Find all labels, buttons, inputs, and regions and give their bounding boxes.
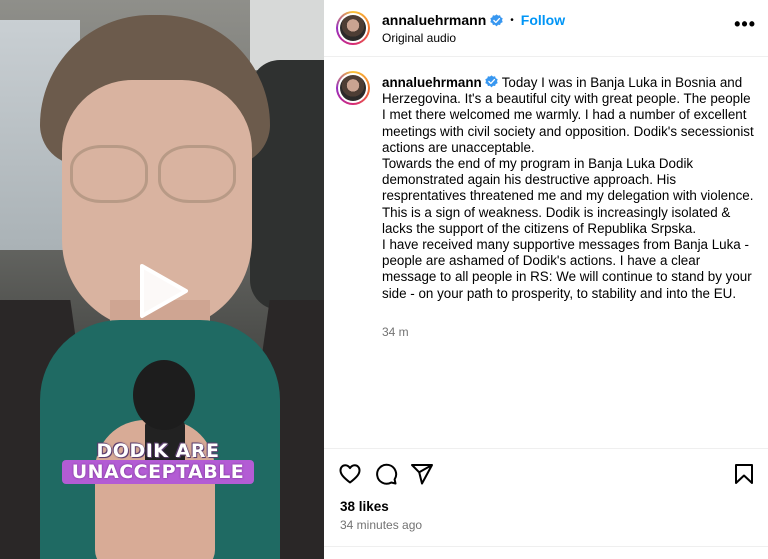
video-player[interactable]: DODIK ARE UNACCEPTABLE xyxy=(0,0,324,559)
post-caption: annaluehrmann Today I was in Banja Luka i… xyxy=(382,75,754,302)
caption-paragraph: annaluehrmann Today I was in Banja Luka i… xyxy=(382,75,754,156)
author-username[interactable]: annaluehrmann xyxy=(382,12,486,28)
glasses-left-lens xyxy=(70,145,148,203)
divider xyxy=(324,546,768,547)
comment-author-avatar[interactable] xyxy=(336,71,370,105)
more-options-icon[interactable]: ••• xyxy=(734,14,756,35)
separator-dot: • xyxy=(510,14,514,26)
author-avatar[interactable] xyxy=(336,11,370,45)
likes-count[interactable]: 38 likes xyxy=(340,499,389,514)
comment-icon[interactable] xyxy=(374,462,398,486)
bookmark-icon[interactable] xyxy=(732,462,756,486)
caption-paragraph: I have received many supportive messages… xyxy=(382,237,752,301)
share-icon[interactable] xyxy=(410,462,434,486)
post-timestamp[interactable]: 34 minutes ago xyxy=(340,518,422,532)
action-bar xyxy=(324,448,768,496)
verified-badge-icon xyxy=(485,75,498,88)
caption-paragraph: Towards the end of my program in Banja L… xyxy=(382,156,754,236)
glasses-right-lens xyxy=(158,145,236,203)
video-caption-line2: UNACCEPTABLE xyxy=(62,460,254,484)
heart-icon[interactable] xyxy=(338,462,362,486)
post-panel: annaluehrmann • Follow Original audio ••… xyxy=(324,0,768,559)
follow-button[interactable]: Follow xyxy=(521,12,565,28)
microphone-icon xyxy=(133,360,195,430)
verified-badge-icon xyxy=(490,13,503,26)
post-header: annaluehrmann • Follow Original audio ••… xyxy=(324,0,768,57)
original-audio-link[interactable]: Original audio xyxy=(382,31,456,45)
video-caption-line1: DODIK ARE xyxy=(96,440,220,462)
play-icon[interactable] xyxy=(132,262,190,320)
header-user-row: annaluehrmann • Follow xyxy=(382,12,565,28)
comment-timestamp[interactable]: 34 m xyxy=(382,325,409,339)
caption-username[interactable]: annaluehrmann xyxy=(382,75,482,90)
